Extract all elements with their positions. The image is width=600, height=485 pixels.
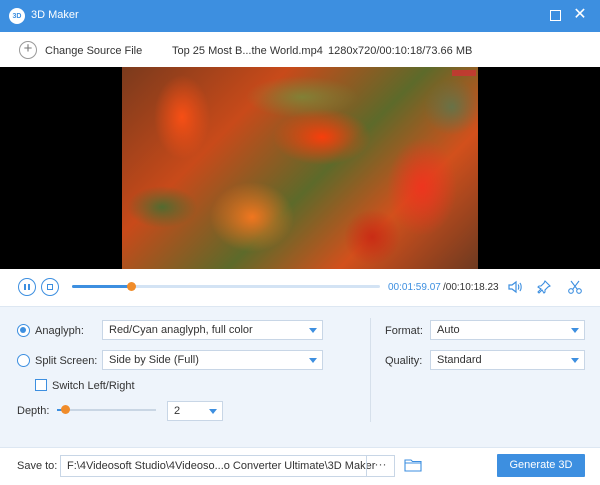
speaker-icon <box>508 280 522 294</box>
progress-fill <box>72 285 132 288</box>
pin-icon <box>537 280 551 294</box>
save-path-field[interactable]: F:\4Videosoft Studio\4Videoso...o Conver… <box>60 455 395 477</box>
change-source-file-button[interactable]: Change Source File <box>45 45 142 57</box>
cut-button[interactable] <box>567 279 583 295</box>
settings-divider <box>370 318 371 422</box>
video-preview[interactable] <box>0 67 600 269</box>
stop-button[interactable] <box>41 278 59 296</box>
format-label: Format: <box>385 325 423 337</box>
switch-left-right-checkbox[interactable] <box>35 379 47 391</box>
chevron-down-icon <box>309 328 317 333</box>
format-value: Auto <box>437 324 460 336</box>
folder-icon <box>404 459 422 472</box>
video-watermark <box>452 70 476 76</box>
title-bar: 3D 3D Maker ✕ <box>0 0 600 32</box>
video-frame <box>122 67 478 269</box>
depth-slider-thumb[interactable] <box>60 405 70 414</box>
depth-slider[interactable] <box>57 405 156 414</box>
depth-value: 2 <box>174 405 181 417</box>
current-time: 00:01:59.07 <box>388 282 441 293</box>
source-file-name: Top 25 Most B...the World.mp4 <box>172 45 323 57</box>
split-screen-select[interactable]: Side by Side (Full) <box>102 350 323 370</box>
quality-value: Standard <box>437 354 482 366</box>
quality-label: Quality: <box>385 355 423 367</box>
pause-icon-bar <box>24 284 26 290</box>
anaglyph-radio[interactable] <box>17 324 30 337</box>
save-to-label: Save to: <box>17 460 58 472</box>
browse-path-button[interactable]: ··· <box>366 456 394 476</box>
scissors-icon <box>568 280 582 294</box>
chevron-down-icon <box>571 358 579 363</box>
anaglyph-value: Red/Cyan anaglyph, full color <box>109 324 253 336</box>
window-title: 3D Maker <box>31 9 79 21</box>
split-screen-radio[interactable] <box>17 354 30 367</box>
stop-icon <box>47 284 53 290</box>
quality-select[interactable]: Standard <box>430 350 585 370</box>
open-folder-button[interactable] <box>404 458 422 472</box>
chevron-down-icon <box>209 409 217 414</box>
anaglyph-select[interactable]: Red/Cyan anaglyph, full color <box>102 320 323 340</box>
switch-left-right-label: Switch Left/Right <box>52 380 135 392</box>
app-logo-icon: 3D <box>9 8 25 24</box>
source-file-meta: 1280x720/00:10:18/73.66 MB <box>328 45 473 57</box>
split-screen-label: Split Screen: <box>35 355 98 367</box>
close-button[interactable]: ✕ <box>573 6 587 23</box>
maximize-button[interactable] <box>548 8 562 22</box>
depth-label: Depth: <box>17 405 50 417</box>
snapshot-button[interactable] <box>536 279 552 295</box>
pause-button[interactable] <box>18 278 36 296</box>
chevron-down-icon <box>571 328 579 333</box>
anaglyph-label: Anaglyph: <box>35 325 84 337</box>
pause-icon-bar <box>28 284 30 290</box>
close-icon: ✕ <box>573 6 587 23</box>
add-circle-icon[interactable]: + <box>19 41 37 59</box>
progress-bar[interactable] <box>72 282 380 291</box>
volume-button[interactable] <box>507 279 523 295</box>
total-time: /00:10:18.23 <box>443 282 499 293</box>
format-select[interactable]: Auto <box>430 320 585 340</box>
maximize-icon <box>549 9 561 21</box>
generate-3d-button[interactable]: Generate 3D <box>497 454 585 477</box>
split-screen-value: Side by Side (Full) <box>109 354 199 366</box>
chevron-down-icon <box>309 358 317 363</box>
depth-select[interactable]: 2 <box>167 401 223 421</box>
